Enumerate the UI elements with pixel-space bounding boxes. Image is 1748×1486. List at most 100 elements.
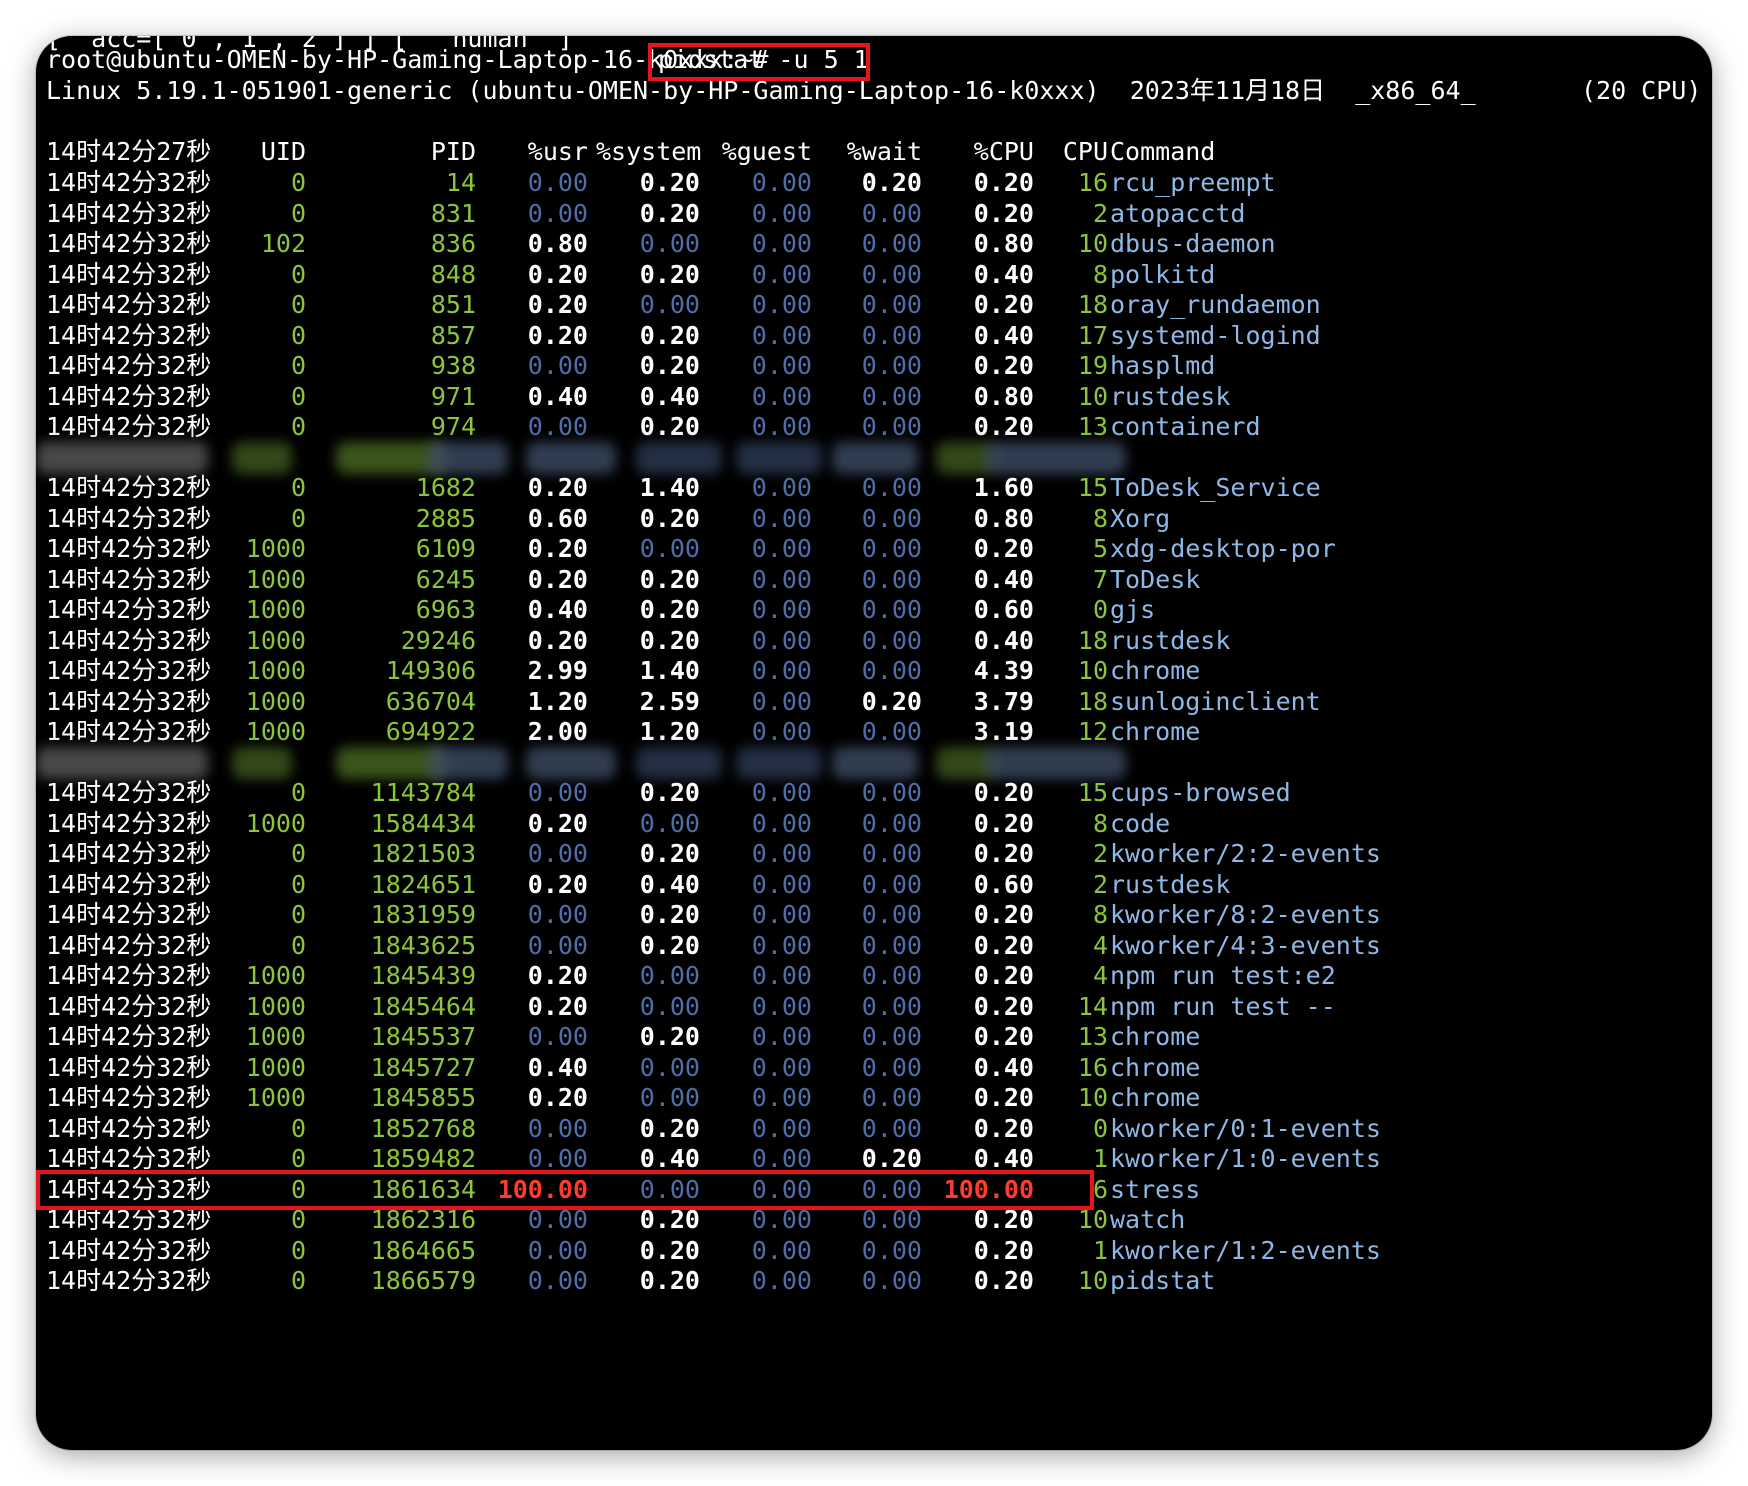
row-system: 0.20: [639, 168, 700, 197]
row-uid: 1000: [245, 656, 306, 685]
row-system: 0.00: [639, 1052, 700, 1082]
row-usr: 0.00: [527, 839, 588, 868]
row-usr: 100.00: [497, 1174, 588, 1204]
row-pid: 1821503: [370, 839, 476, 868]
header-wait: %wait: [846, 137, 922, 166]
row-uid: 1000: [245, 534, 306, 563]
row-wait: 0.00: [861, 656, 922, 685]
row-uid: 0: [290, 259, 306, 289]
terminal-window[interactable]: [ acc=[ 0 , 1 , 2 ] ] [ 'human' ] root@u…: [36, 36, 1712, 1450]
row-time: 14时42分32秒: [46, 839, 212, 868]
row-guest: 0.00: [751, 290, 812, 319]
row-uid: 0: [290, 351, 306, 380]
row-time: 14时42分32秒: [46, 778, 212, 807]
row-uid: 0: [290, 1205, 306, 1234]
table-row: 14时42分32秒 0 857 0.20 0.20 0.00 0.00 0.40 17 syste…: [36, 319, 1712, 353]
row-command: rustdesk: [1110, 625, 1231, 655]
row-wait: 0.00: [861, 595, 922, 624]
typed-command[interactable]: pidstat -u 5 1: [658, 43, 869, 77]
row-pid: 6963: [415, 595, 476, 624]
row-pid: 1861634: [370, 1174, 476, 1204]
system-info-line: Linux 5.19.1-051901-generic (ubuntu-OMEN…: [36, 74, 1712, 108]
row-guest: 0.00: [751, 412, 812, 441]
row-wait: 0.00: [861, 1052, 922, 1082]
row-uid: 0: [290, 900, 306, 929]
row-uid: 1000: [245, 1083, 306, 1112]
row-cpu-percent: 0.20: [973, 808, 1034, 838]
row-pid: 1682: [415, 473, 476, 502]
table-row: 14时42分32秒 1000 149306 2.99 1.40 0.00 0.00 4.39 1…: [36, 654, 1712, 688]
row-cpu-percent: 100.00: [943, 1174, 1034, 1204]
row-cpu: 13: [1077, 412, 1108, 441]
row-pid: 29246: [400, 625, 476, 655]
row-time: 14时42分32秒: [46, 656, 212, 685]
row-system: 0.20: [639, 625, 700, 655]
redacted-cell: [36, 746, 208, 779]
row-time: 14时42分32秒: [46, 564, 212, 594]
row-pid: 971: [430, 381, 476, 411]
row-usr: 0.20: [527, 808, 588, 838]
row-uid: 0: [290, 168, 306, 197]
row-cpu-percent: 0.20: [973, 351, 1034, 380]
row-usr: 0.00: [527, 412, 588, 441]
row-cpu: 14: [1077, 991, 1108, 1021]
row-cpu-percent: 0.40: [973, 625, 1034, 655]
row-system: 0.00: [639, 229, 700, 258]
row-time: 14时42分32秒: [46, 717, 212, 746]
row-usr: 0.00: [527, 900, 588, 929]
row-usr: 0.20: [527, 564, 588, 594]
row-usr: 0.00: [527, 1266, 588, 1295]
row-pid: 1859482: [370, 1144, 476, 1173]
row-wait: 0.00: [861, 717, 922, 746]
row-uid: 1000: [245, 961, 306, 990]
row-system: 0.20: [639, 198, 700, 228]
row-usr: 0.20: [527, 320, 588, 350]
row-wait: 0.00: [861, 991, 922, 1021]
row-uid: 1000: [245, 625, 306, 655]
row-wait: 0.00: [861, 503, 922, 533]
row-wait: 0.00: [861, 808, 922, 838]
row-uid: 0: [290, 1235, 306, 1265]
row-time: 14时42分32秒: [46, 930, 212, 960]
row-command: Xorg: [1110, 503, 1171, 533]
row-uid: 0: [290, 778, 306, 807]
row-guest: 0.00: [751, 961, 812, 990]
row-uid: 1000: [245, 564, 306, 594]
row-command: dbus-daemon: [1110, 229, 1276, 258]
row-cpu: 4: [1092, 961, 1108, 990]
row-command: pidstat: [1110, 1266, 1216, 1295]
row-usr: 0.20: [527, 991, 588, 1021]
row-wait: 0.00: [861, 412, 922, 441]
row-cpu-percent: 0.20: [973, 168, 1034, 197]
row-cpu: 2: [1092, 869, 1108, 899]
row-time: 14时42分32秒: [46, 473, 212, 502]
row-cpu-percent: 0.20: [973, 290, 1034, 319]
row-usr: 0.00: [527, 1113, 588, 1143]
row-time: 14时42分32秒: [46, 808, 212, 838]
row-cpu: 8: [1092, 808, 1108, 838]
row-cpu-percent: 0.20: [973, 1022, 1034, 1051]
row-usr: 0.00: [527, 168, 588, 197]
row-command: rustdesk: [1110, 381, 1231, 411]
row-uid: 1000: [245, 1022, 306, 1051]
row-wait: 0.00: [861, 198, 922, 228]
row-uid: 1000: [245, 686, 306, 716]
row-wait: 0.00: [861, 961, 922, 990]
row-time: 14时42分32秒: [46, 869, 212, 899]
row-guest: 0.00: [751, 839, 812, 868]
row-uid: 0: [290, 869, 306, 899]
row-pid: 1845464: [370, 991, 476, 1021]
table-row: 14时42分32秒 1000 1845439 0.20 0.00 0.00 0.00 0.20…: [36, 959, 1712, 993]
row-system: 0.40: [639, 869, 700, 899]
row-uid: 0: [290, 290, 306, 319]
table-row-stress: 14时42分32秒 0 1861634 100.00 0.00 0.00 0.00 100.0…: [36, 1173, 1712, 1207]
row-wait: 0.00: [861, 930, 922, 960]
row-usr: 0.20: [527, 869, 588, 899]
row-system: 0.20: [639, 1235, 700, 1265]
row-time: 14时42分32秒: [46, 961, 212, 990]
row-guest: 0.00: [751, 534, 812, 563]
row-wait: 0.00: [861, 564, 922, 594]
row-cpu: 10: [1077, 1083, 1108, 1112]
row-cpu-percent: 0.40: [973, 259, 1034, 289]
row-pid: 938: [430, 351, 476, 380]
